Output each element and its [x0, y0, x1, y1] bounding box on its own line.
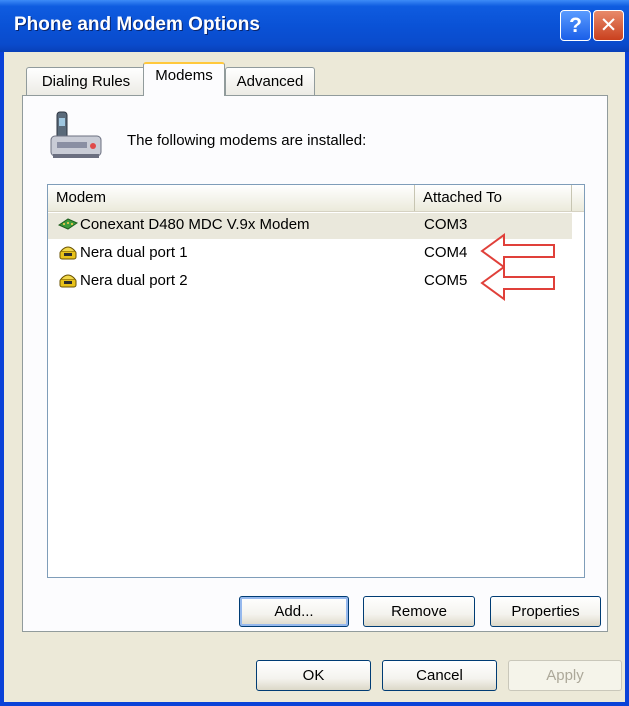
- phone-modem-options-window: Phone and Modem Options ? ✕ Dialing Rule…: [0, 0, 629, 706]
- remove-button[interactable]: Remove: [363, 596, 475, 627]
- window-title: Phone and Modem Options: [14, 14, 260, 35]
- tab-modems[interactable]: Modems: [143, 62, 225, 96]
- apply-button[interactable]: Apply: [508, 660, 622, 691]
- close-icon: ✕: [599, 14, 618, 37]
- modem-name: Nera dual port 2: [80, 272, 188, 289]
- phone-modem-icon: [50, 111, 102, 158]
- list-header: Modem Attached To: [48, 185, 584, 212]
- title-bar[interactable]: Phone and Modem Options ? ✕: [0, 0, 629, 52]
- column-header-modem[interactable]: Modem: [48, 185, 415, 211]
- ok-button[interactable]: OK: [256, 660, 371, 691]
- cancel-button[interactable]: Cancel: [382, 660, 497, 691]
- modem-port: COM5: [424, 272, 468, 289]
- phone-modem-icon: [59, 246, 77, 260]
- arrow-icon: [480, 233, 555, 269]
- modem-port: COM4: [424, 244, 468, 261]
- tab-advanced[interactable]: Advanced: [225, 67, 315, 95]
- annotation-arrows: [480, 233, 555, 301]
- modem-card-icon: [58, 218, 78, 230]
- modem-list[interactable]: Modem Attached To Conexant D480 MDC V.9x…: [47, 184, 585, 578]
- arrow-icon: [480, 265, 555, 301]
- column-header-attached-to[interactable]: Attached To: [415, 185, 572, 211]
- close-button[interactable]: ✕: [593, 10, 624, 41]
- modem-port: COM3: [424, 216, 468, 233]
- help-button[interactable]: ?: [560, 10, 591, 41]
- properties-button[interactable]: Properties: [490, 596, 601, 627]
- tab-dialing-rules[interactable]: Dialing Rules: [26, 67, 146, 95]
- add-button[interactable]: Add...: [239, 596, 349, 627]
- help-icon: ?: [569, 13, 582, 37]
- modem-name: Nera dual port 1: [80, 244, 188, 261]
- modem-name: Conexant D480 MDC V.9x Modem: [80, 216, 310, 233]
- phone-modem-icon: [59, 274, 77, 288]
- modems-tab-panel: The following modems are installed: Mode…: [22, 95, 608, 632]
- intro-text: The following modems are installed:: [127, 132, 367, 149]
